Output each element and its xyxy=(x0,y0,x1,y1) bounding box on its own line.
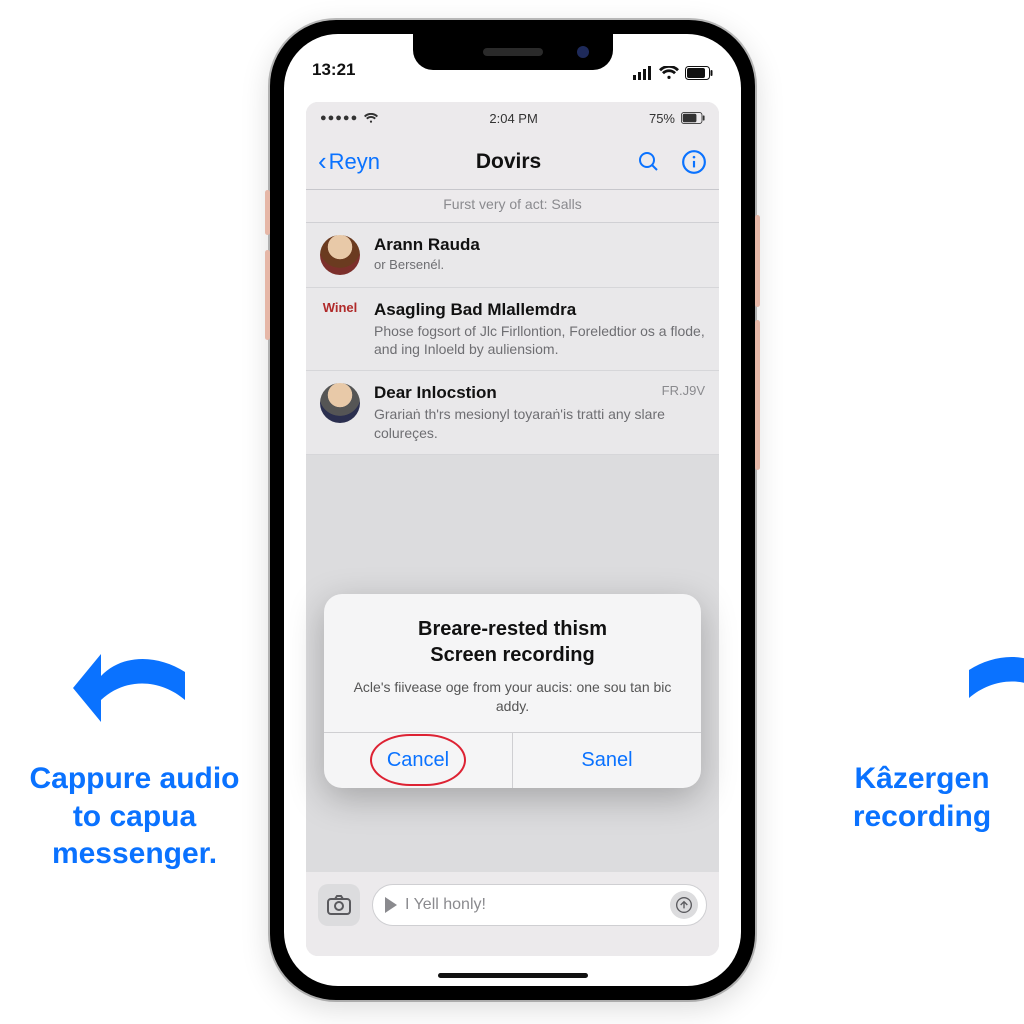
list-item-badge: Winel xyxy=(323,300,358,315)
list-item-preview: Phose fogsort of Jlc Firllontion, Forele… xyxy=(374,322,705,358)
list-item[interactable]: Winel Asagling Bad Mlallemdra Phose fogs… xyxy=(306,288,719,371)
arrow-up-circle-icon xyxy=(676,897,692,913)
app-screenshot-area: ●●●●● 2:04 PM 75% ‹ Reyn xyxy=(306,102,719,956)
confirm-button[interactable]: Sanel xyxy=(513,733,701,788)
list-item-timestamp: FR.J9V xyxy=(662,383,705,398)
nav-back-button[interactable]: ‹ Reyn xyxy=(318,146,380,177)
phone-frame: 13:21 ●●●●● xyxy=(270,20,755,1000)
camera-icon xyxy=(327,895,351,915)
cellular-signal-icon xyxy=(633,66,653,80)
annotation-left: Cappure audio to capua messenger. xyxy=(12,760,257,873)
phone-screen: 13:21 ●●●●● xyxy=(284,34,741,986)
message-placeholder: I Yell honly! xyxy=(405,896,486,914)
list-item-title: Asagling Bad Mlallemdra xyxy=(374,300,705,320)
wifi-icon xyxy=(659,66,679,80)
home-indicator xyxy=(438,973,588,978)
conversation-list[interactable]: Arann Rauda or Bersenél. Winel Asagling … xyxy=(306,223,719,455)
app-battery-pct: 75% xyxy=(649,111,675,126)
alert-message: Acle's fiivease oge from your aucis: one… xyxy=(346,678,679,716)
chevron-left-icon: ‹ xyxy=(318,146,327,177)
phone-notch xyxy=(413,34,613,70)
play-icon xyxy=(385,897,397,913)
carrier-dots: ●●●●● xyxy=(320,112,358,124)
list-item[interactable]: Arann Rauda or Bersenél. xyxy=(306,223,719,288)
camera-button[interactable] xyxy=(318,884,360,926)
annotation-right: Kâzergen recording xyxy=(832,760,1012,835)
nav-title: Dovirs xyxy=(476,150,541,174)
list-item-title: Dear Inlocstion xyxy=(374,383,705,403)
send-button[interactable] xyxy=(670,891,698,919)
app-time: 2:04 PM xyxy=(489,111,537,126)
screen-recording-alert: Breare-rested thism Screen recording Acl… xyxy=(324,594,701,788)
message-input[interactable]: I Yell honly! xyxy=(372,884,707,926)
wifi-icon xyxy=(364,113,378,124)
alert-title: Breare-rested thism Screen recording xyxy=(346,616,679,668)
avatar xyxy=(320,383,360,423)
battery-icon xyxy=(681,112,705,124)
section-subheader: Furst very of act: Salls xyxy=(306,190,719,223)
info-circle-icon[interactable] xyxy=(681,149,707,175)
app-status-bar: ●●●●● 2:04 PM 75% xyxy=(306,102,719,134)
device-time: 13:21 xyxy=(312,60,355,80)
compose-bar: I Yell honly! xyxy=(306,872,719,956)
list-item-title: Arann Rauda xyxy=(374,235,705,255)
list-item-preview: Grariaṅ th'rs mesionyl toyaraṅ'is tratti… xyxy=(374,405,705,441)
cancel-button[interactable]: Cancel xyxy=(324,733,513,788)
search-icon[interactable] xyxy=(637,150,661,174)
avatar xyxy=(320,235,360,275)
list-item-subtitle: or Bersenél. xyxy=(374,257,705,272)
nav-bar: ‹ Reyn Dovirs xyxy=(306,134,719,190)
battery-icon xyxy=(685,66,713,80)
list-item[interactable]: Dear Inlocstion Grariaṅ th'rs mesionyl t… xyxy=(306,371,719,454)
nav-back-label: Reyn xyxy=(329,149,380,175)
